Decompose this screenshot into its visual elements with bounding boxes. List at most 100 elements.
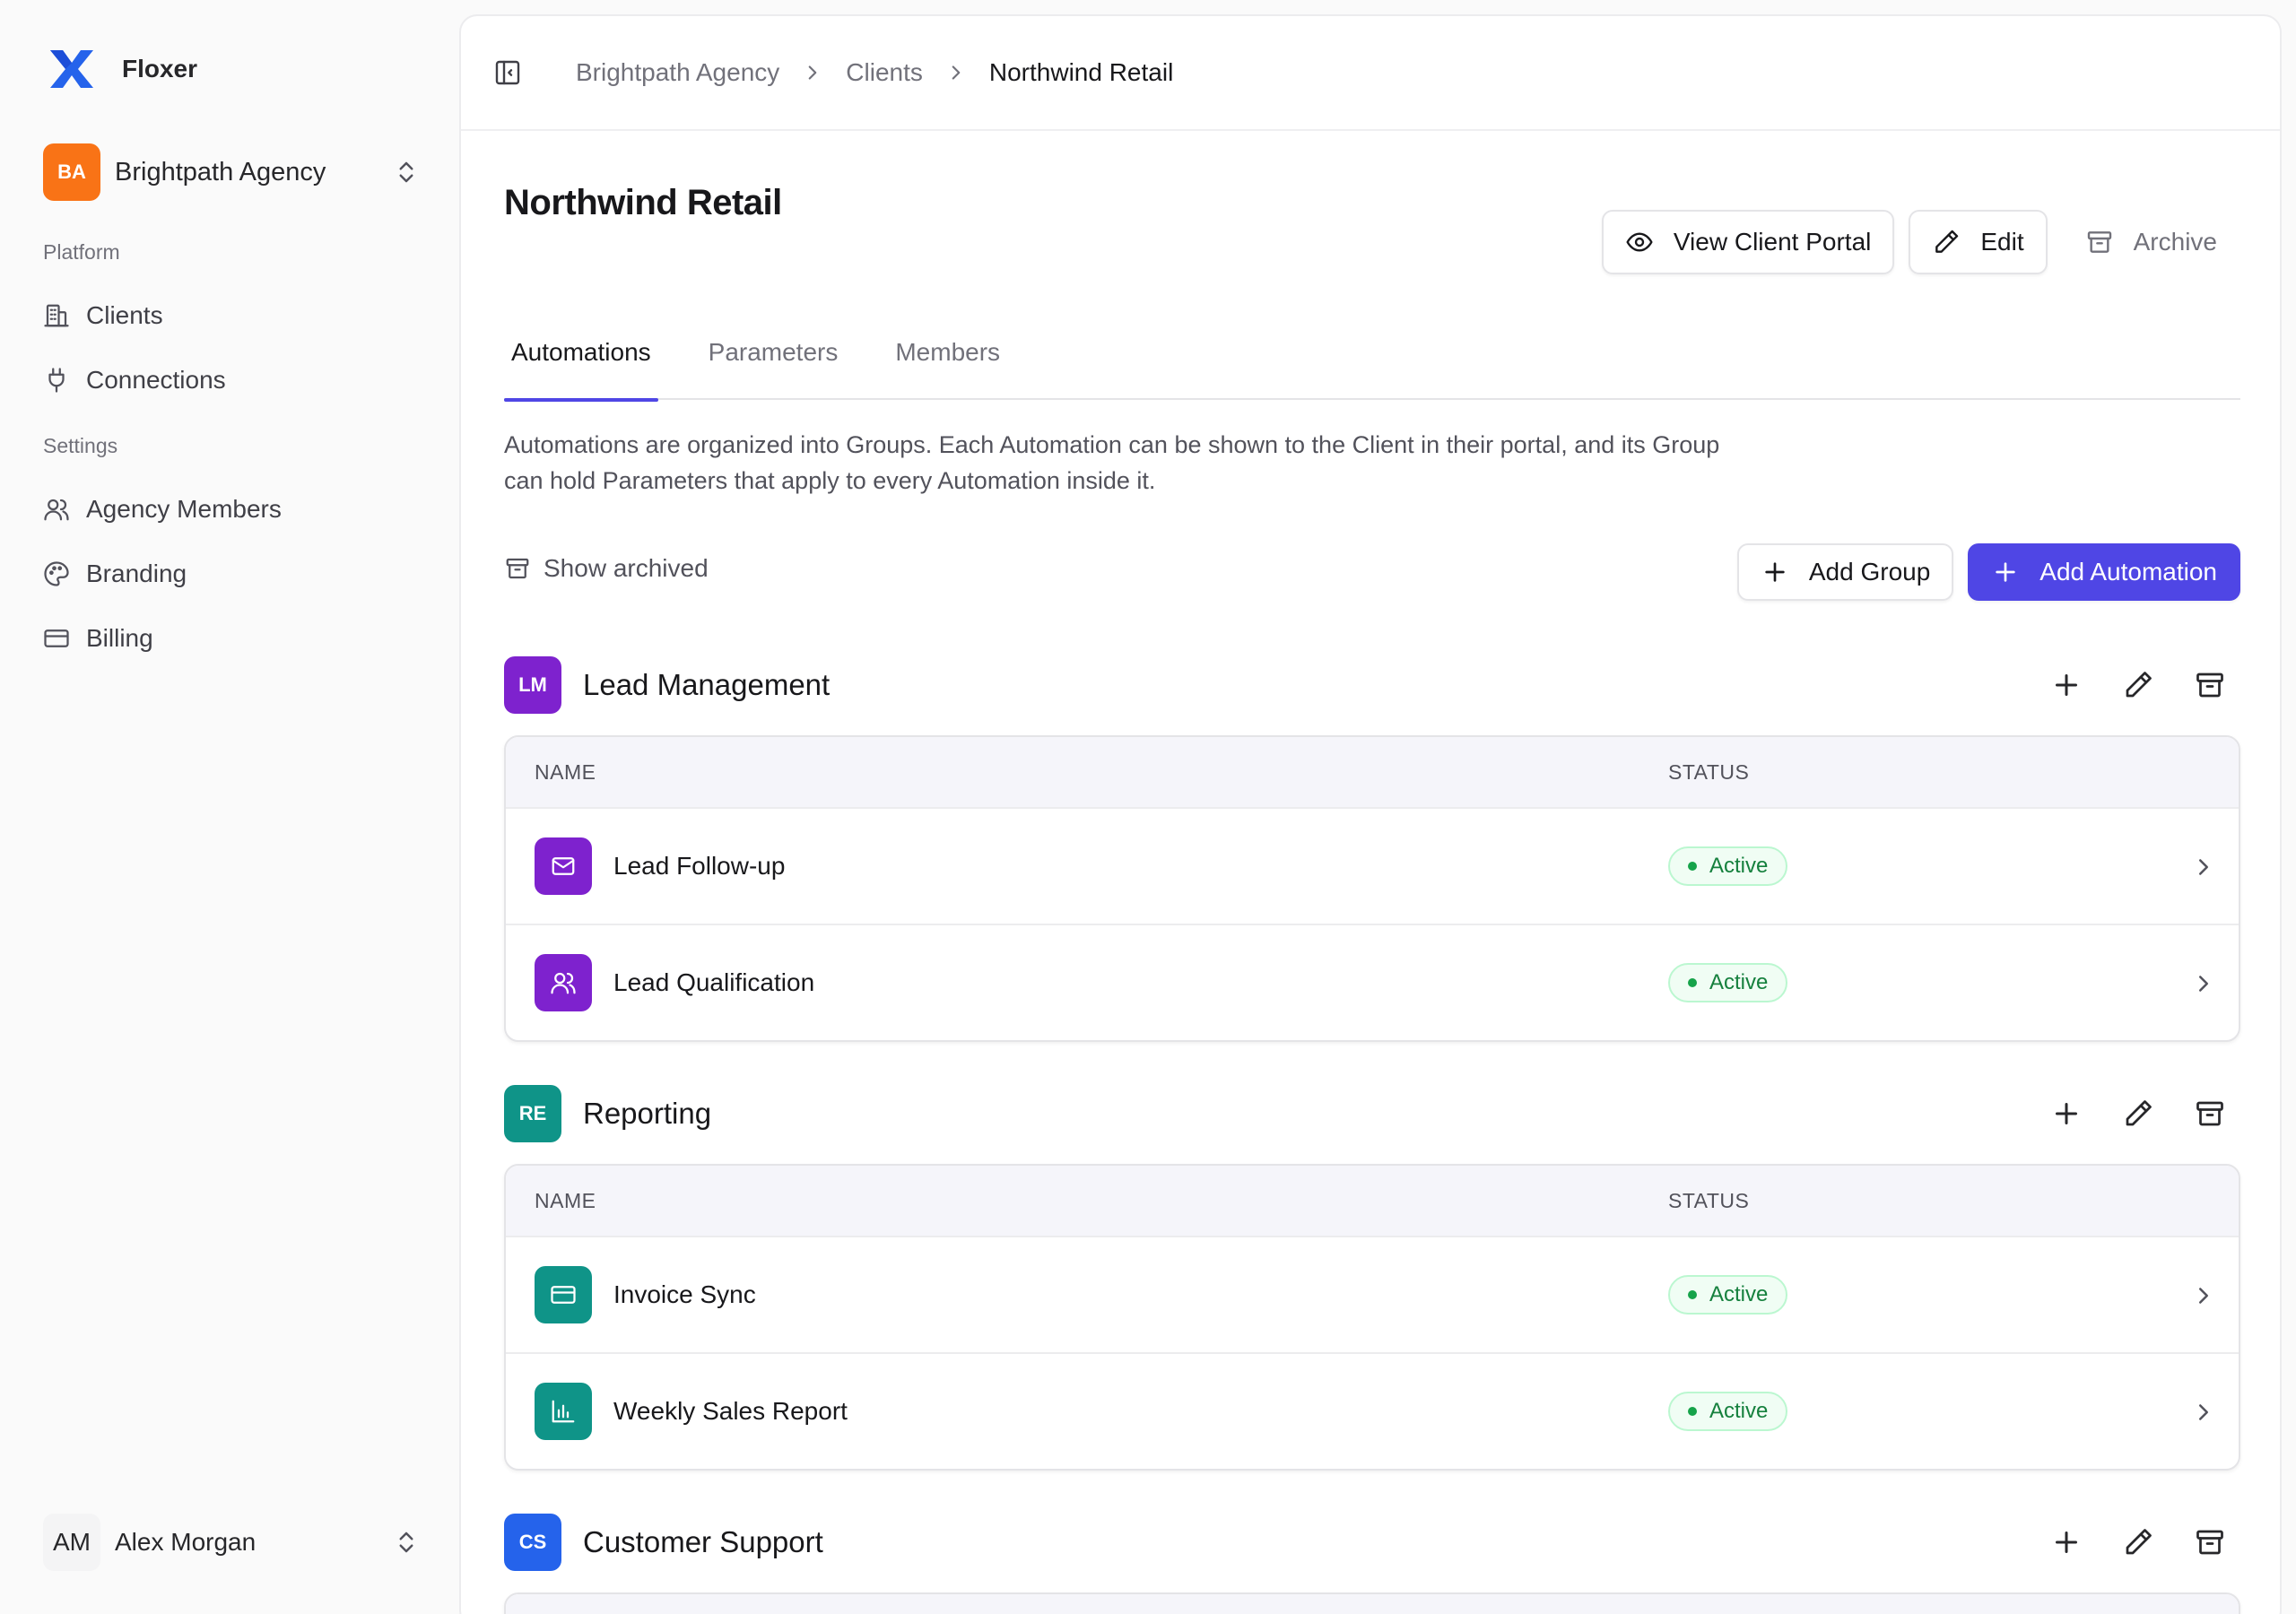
pencil-icon[interactable] <box>2122 669 2154 701</box>
pencil-icon[interactable] <box>2122 1098 2154 1130</box>
automation-name: Lead Follow-up <box>613 852 786 880</box>
automations-table: NAME STATUS Invoice Sync Active Weekly S… <box>504 1164 2240 1471</box>
group-lead-management: LM Lead Management NAME STATUS Lead Foll… <box>504 656 2240 1042</box>
sidebar-item-connections[interactable]: Connections <box>43 355 420 405</box>
sidebar-item-label: Billing <box>86 624 153 652</box>
tab-parameters[interactable]: Parameters <box>701 330 846 400</box>
status-label: Active <box>1709 854 1769 878</box>
edit-button[interactable]: Edit <box>1909 210 2048 274</box>
tab-automations[interactable]: Automations <box>504 330 658 402</box>
group-avatar: RE <box>504 1085 561 1142</box>
status-dot <box>1688 1407 1697 1416</box>
chevron-right-icon <box>2199 1288 2208 1304</box>
table-row[interactable]: Lead Follow-up Active <box>506 807 2239 924</box>
plus-icon <box>1765 562 1785 582</box>
users-icon <box>551 972 576 994</box>
archive-icon <box>506 558 529 579</box>
button-label: View Client Portal <box>1673 228 1872 256</box>
users-icon <box>44 499 69 521</box>
column-header-name: NAME <box>535 759 596 784</box>
group-reporting: RE Reporting NAME STATUS Invoice Sync Ac… <box>504 1085 2240 1471</box>
group-customer-support: CS Customer Support NAME STATUS <box>504 1514 2240 1614</box>
status-dot <box>1688 862 1697 871</box>
bar-chart-icon <box>552 1400 575 1423</box>
archive-button[interactable]: Archive <box>2061 210 2240 274</box>
view-client-portal-button[interactable]: View Client Portal <box>1601 210 1895 274</box>
group-name: Customer Support <box>583 1525 823 1558</box>
mail-icon <box>552 857 575 875</box>
sidebar: Floxer BA Brightpath Agency Platform Cli… <box>0 0 457 1614</box>
table-header: NAME STATUS <box>506 1594 2239 1614</box>
archive-icon <box>2087 231 2111 253</box>
status-dot <box>1688 1290 1697 1299</box>
automation-name: Lead Qualification <box>613 968 815 996</box>
breadcrumb-agency[interactable]: Brightpath Agency <box>576 58 779 87</box>
chevrons-up-down-icon <box>399 161 413 183</box>
table-row[interactable]: Invoice Sync Active <box>506 1236 2239 1352</box>
plus-icon[interactable] <box>2050 1526 2083 1558</box>
tab-bar: Automations Parameters Members <box>504 330 2240 402</box>
automations-table: NAME STATUS Lead Follow-up Active Lead Q… <box>504 735 2240 1042</box>
automation-icon <box>535 837 592 895</box>
building-icon <box>44 304 69 327</box>
automations-table: NAME STATUS <box>504 1592 2240 1614</box>
group-name: Lead Management <box>583 668 831 701</box>
chevron-right-icon <box>2199 859 2208 875</box>
sidebar-item-billing[interactable]: Billing <box>43 613 420 664</box>
group-avatar: CS <box>504 1514 561 1571</box>
plus-icon[interactable] <box>2050 1098 2083 1130</box>
breadcrumb-clients[interactable]: Clients <box>846 58 923 87</box>
automation-name: Weekly Sales Report <box>613 1397 848 1425</box>
column-header-status: STATUS <box>1668 759 1750 784</box>
show-archived-toggle[interactable]: Show archived <box>504 554 709 583</box>
tab-members[interactable]: Members <box>888 330 1007 400</box>
plug-icon <box>48 368 65 393</box>
plus-icon[interactable] <box>2050 669 2083 701</box>
page-description: Automations are organized into Groups. E… <box>504 431 1720 494</box>
breadcrumb: Brightpath Agency Clients Northwind Reta… <box>461 16 2280 131</box>
archive-icon[interactable] <box>2194 1098 2226 1130</box>
archive-icon[interactable] <box>2194 669 2226 701</box>
automation-icon <box>535 954 592 1011</box>
automation-icon <box>535 1266 592 1323</box>
main-panel: Brightpath Agency Clients Northwind Reta… <box>459 14 2282 1614</box>
sidebar-item-agency-members[interactable]: Agency Members <box>43 484 420 534</box>
status-dot <box>1688 978 1697 987</box>
automations-toolbar: Show archived Add Group Add Automation <box>504 543 2240 601</box>
sidebar-item-branding[interactable]: Branding <box>43 549 420 599</box>
column-header-name: NAME <box>535 1188 596 1212</box>
button-label: Add Group <box>1808 558 1931 586</box>
group-header: RE Reporting <box>504 1085 2240 1142</box>
add-automation-button[interactable]: Add Automation <box>1968 543 2240 601</box>
breadcrumb-current: Northwind Retail <box>988 58 1174 86</box>
status-badge: Active <box>1668 963 1788 1002</box>
sidebar-item-clients[interactable]: Clients <box>43 291 420 341</box>
archive-icon[interactable] <box>2194 1526 2226 1558</box>
plus-icon <box>1996 562 2015 582</box>
workspace-switcher[interactable]: BA Brightpath Agency <box>43 143 420 201</box>
show-archived-label: Show archived <box>544 554 709 582</box>
group-header: CS Customer Support <box>504 1514 2240 1571</box>
chevron-right-icon <box>2199 976 2208 992</box>
chevron-right-icon <box>2199 1404 2208 1420</box>
eye-icon <box>1626 232 1653 252</box>
sidebar-toggle-icon[interactable] <box>493 58 522 87</box>
chevrons-up-down-icon <box>399 1532 413 1553</box>
user-menu[interactable]: AM Alex Morgan <box>43 1514 420 1571</box>
group-name: Reporting <box>583 1097 712 1130</box>
button-label: Archive <box>2133 228 2217 256</box>
status-label: Active <box>1709 1399 1769 1423</box>
table-row[interactable]: Lead Qualification Active <box>506 924 2239 1040</box>
table-row[interactable]: Weekly Sales Report Active <box>506 1352 2239 1469</box>
brand[interactable]: Floxer <box>47 47 197 91</box>
chevron-right-icon <box>808 65 817 80</box>
workspace-name: Brightpath Agency <box>115 157 326 187</box>
button-label: Edit <box>1980 228 2024 256</box>
sidebar-item-label: Agency Members <box>86 495 282 523</box>
add-group-button[interactable]: Add Group <box>1736 543 1954 601</box>
table-header: NAME STATUS <box>506 1166 2239 1236</box>
pencil-icon[interactable] <box>2122 1526 2154 1558</box>
workspace-avatar: BA <box>43 143 100 201</box>
sidebar-item-label: Branding <box>86 560 187 587</box>
group-avatar: LM <box>504 656 561 714</box>
